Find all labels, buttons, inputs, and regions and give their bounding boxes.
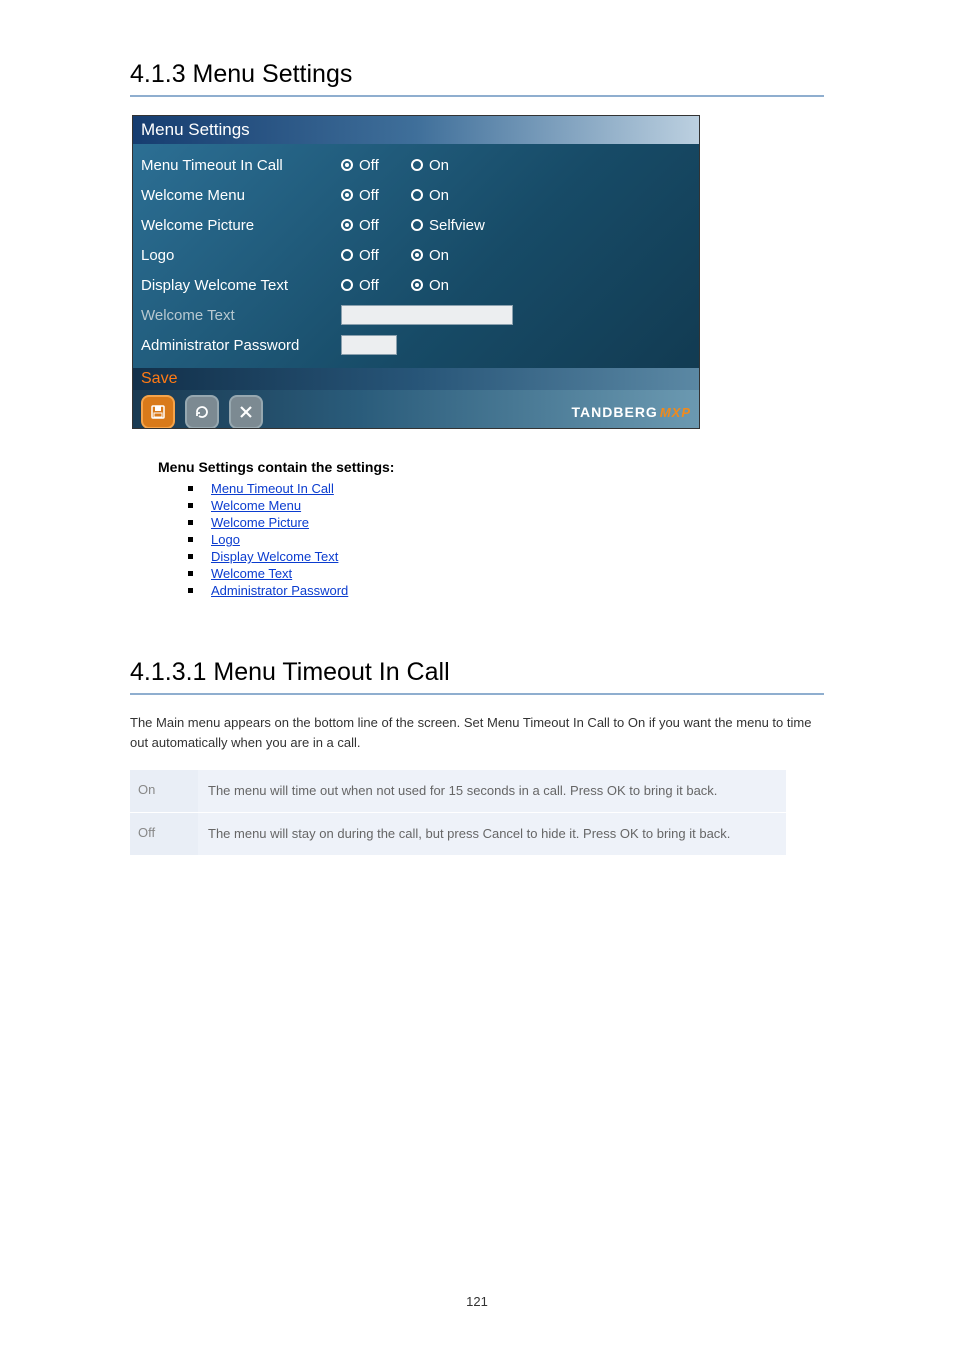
on-off-description-table: On The menu will time out when not used … xyxy=(130,770,786,855)
opt-label: On xyxy=(429,277,449,294)
row-display-welcome-text: Display Welcome Text Off On xyxy=(141,270,691,300)
bullet-icon xyxy=(188,486,193,491)
opt-label: On xyxy=(429,157,449,174)
save-icon[interactable] xyxy=(141,395,175,429)
opt-dwt-off[interactable]: Off xyxy=(341,277,411,294)
opt-label: Off xyxy=(359,277,379,294)
list-item: Welcome Menu xyxy=(188,498,824,513)
radio-filled-icon xyxy=(341,189,353,201)
close-icon[interactable] xyxy=(229,395,263,429)
page-number: 121 xyxy=(0,1294,954,1309)
label-logo: Logo xyxy=(141,247,341,264)
bullet-icon xyxy=(188,503,193,508)
radio-filled-icon xyxy=(411,279,423,291)
table-row: Off The menu will stay on during the cal… xyxy=(130,812,786,855)
admin-password-input[interactable] xyxy=(341,335,397,355)
list-item: Welcome Picture xyxy=(188,515,824,530)
row-welcome-text: Welcome Text xyxy=(141,300,691,330)
table-key-on: On xyxy=(130,770,198,812)
radio-filled-icon xyxy=(341,159,353,171)
bullet-icon xyxy=(188,537,193,542)
label-welcome-text: Welcome Text xyxy=(141,307,341,324)
link-welcome-picture[interactable]: Welcome Picture xyxy=(211,515,309,530)
label-admin-password: Administrator Password xyxy=(141,337,341,354)
opt-label: On xyxy=(429,187,449,204)
brand-name: TANDBERG xyxy=(572,404,658,420)
opt-label: Off xyxy=(359,187,379,204)
table-val-on: The menu will time out when not used for… xyxy=(198,770,786,812)
list-item: Administrator Password xyxy=(188,583,824,598)
link-welcome-text[interactable]: Welcome Text xyxy=(211,566,292,581)
bullet-icon xyxy=(188,571,193,576)
list-item: Display Welcome Text xyxy=(188,549,824,564)
opt-welcome-picture-selfview[interactable]: Selfview xyxy=(411,217,511,234)
radio-empty-icon xyxy=(411,159,423,171)
menu-footer: TANDBERG MXP xyxy=(133,390,699,429)
radio-empty-icon xyxy=(341,279,353,291)
table-val-off: The menu will stay on during the call, b… xyxy=(198,813,786,855)
opt-welcome-picture-off[interactable]: Off xyxy=(341,217,411,234)
opt-label: Off xyxy=(359,217,379,234)
radio-filled-icon xyxy=(341,219,353,231)
row-menu-timeout: Menu Timeout In Call Off On xyxy=(141,150,691,180)
list-item: Logo xyxy=(188,532,824,547)
row-welcome-picture: Welcome Picture Off Selfview xyxy=(141,210,691,240)
link-display-welcome-text[interactable]: Display Welcome Text xyxy=(211,549,338,564)
section-4-1-3-1-body: The Main menu appears on the bottom line… xyxy=(130,713,824,752)
opt-label: Off xyxy=(359,157,379,174)
table-key-off: Off xyxy=(130,813,198,855)
bullet-icon xyxy=(188,520,193,525)
menu-settings-screenshot: Menu Settings Menu Timeout In Call Off O… xyxy=(132,115,700,429)
label-menu-timeout: Menu Timeout In Call xyxy=(141,157,341,174)
label-welcome-menu: Welcome Menu xyxy=(141,187,341,204)
opt-label: Selfview xyxy=(429,217,485,234)
link-admin-password[interactable]: Administrator Password xyxy=(211,583,348,598)
opt-logo-on[interactable]: On xyxy=(411,247,481,264)
link-welcome-menu[interactable]: Welcome Menu xyxy=(211,498,301,513)
link-logo[interactable]: Logo xyxy=(211,532,240,547)
brand-logo: TANDBERG MXP xyxy=(572,404,691,420)
list-item: Menu Timeout In Call xyxy=(188,481,824,496)
menu-panel-body: Menu Timeout In Call Off On Welcome Menu… xyxy=(133,144,699,368)
opt-label: On xyxy=(429,247,449,264)
opt-label: Off xyxy=(359,247,379,264)
table-row: On The menu will time out when not used … xyxy=(130,770,786,812)
opt-logo-off[interactable]: Off xyxy=(341,247,411,264)
row-admin-password: Administrator Password xyxy=(141,330,691,360)
opt-welcome-menu-off[interactable]: Off xyxy=(341,187,411,204)
save-bar: Save xyxy=(133,368,699,390)
menu-settings-link-list: Menu Timeout In Call Welcome Menu Welcom… xyxy=(188,481,824,598)
refresh-icon[interactable] xyxy=(185,395,219,429)
radio-filled-icon xyxy=(411,249,423,261)
links-heading: Menu Settings contain the settings: xyxy=(158,459,824,475)
opt-menu-timeout-on[interactable]: On xyxy=(411,157,481,174)
list-item: Welcome Text xyxy=(188,566,824,581)
menu-panel-title: Menu Settings xyxy=(133,116,699,144)
radio-empty-icon xyxy=(411,219,423,231)
welcome-text-input[interactable] xyxy=(341,305,513,325)
brand-suffix: MXP xyxy=(660,405,691,420)
row-logo: Logo Off On xyxy=(141,240,691,270)
link-menu-timeout[interactable]: Menu Timeout In Call xyxy=(211,481,334,496)
bullet-icon xyxy=(188,554,193,559)
label-welcome-picture: Welcome Picture xyxy=(141,217,341,234)
radio-empty-icon xyxy=(411,189,423,201)
section-4-1-3-heading: 4.1.3 Menu Settings xyxy=(130,60,824,97)
opt-menu-timeout-off[interactable]: Off xyxy=(341,157,411,174)
opt-welcome-menu-on[interactable]: On xyxy=(411,187,481,204)
radio-empty-icon xyxy=(341,249,353,261)
bullet-icon xyxy=(188,588,193,593)
opt-dwt-on[interactable]: On xyxy=(411,277,481,294)
row-welcome-menu: Welcome Menu Off On xyxy=(141,180,691,210)
label-display-welcome-text: Display Welcome Text xyxy=(141,277,341,294)
section-4-1-3-1-heading: 4.1.3.1 Menu Timeout In Call xyxy=(130,658,824,695)
